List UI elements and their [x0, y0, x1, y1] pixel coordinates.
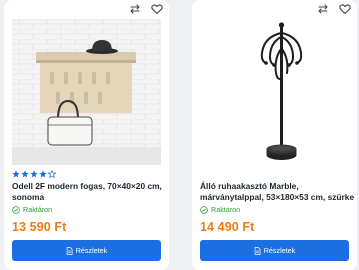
card-actions: [317, 1, 351, 17]
coat-rack-wall-image: [12, 19, 161, 165]
check-circle-icon: [200, 205, 208, 214]
star-full-icon: [12, 170, 20, 178]
details-button[interactable]: Részletek: [12, 240, 161, 261]
product-price: 14 490 Ft: [200, 220, 255, 234]
star-full-icon: [39, 170, 47, 178]
star-full-icon: [30, 170, 38, 178]
document-icon: [254, 246, 261, 255]
compare-icon[interactable]: [317, 3, 329, 15]
product-title[interactable]: Álló ruhaakasztó Marble, márványtalppal,…: [200, 181, 355, 203]
standing-coat-rack-image: [200, 19, 349, 165]
product-card[interactable]: Odell 2F modern fogas, 70×40×20 cm, sono…: [4, 0, 169, 270]
product-image[interactable]: [12, 19, 161, 165]
product-image[interactable]: [200, 19, 349, 165]
details-button[interactable]: Részletek: [200, 240, 349, 261]
stock-status: Raktáron: [12, 205, 52, 214]
compare-icon[interactable]: [129, 3, 141, 15]
rating-stars: [12, 170, 56, 178]
stock-status: Raktáron: [200, 205, 240, 214]
product-title[interactable]: Odell 2F modern fogas, 70×40×20 cm, sono…: [12, 181, 167, 203]
heart-icon[interactable]: [151, 3, 163, 15]
stock-label: Raktáron: [211, 205, 241, 214]
document-icon: [66, 246, 73, 255]
product-card[interactable]: Álló ruhaakasztó Marble, márványtalppal,…: [192, 0, 357, 270]
heart-icon[interactable]: [339, 3, 351, 15]
details-button-label: Részletek: [263, 246, 296, 255]
check-circle-icon: [12, 205, 20, 214]
star-empty-icon: [48, 170, 56, 178]
details-button-label: Részletek: [75, 246, 108, 255]
stock-label: Raktáron: [23, 205, 53, 214]
card-actions: [129, 1, 163, 17]
star-full-icon: [21, 170, 29, 178]
product-price: 13 590 Ft: [12, 220, 67, 234]
